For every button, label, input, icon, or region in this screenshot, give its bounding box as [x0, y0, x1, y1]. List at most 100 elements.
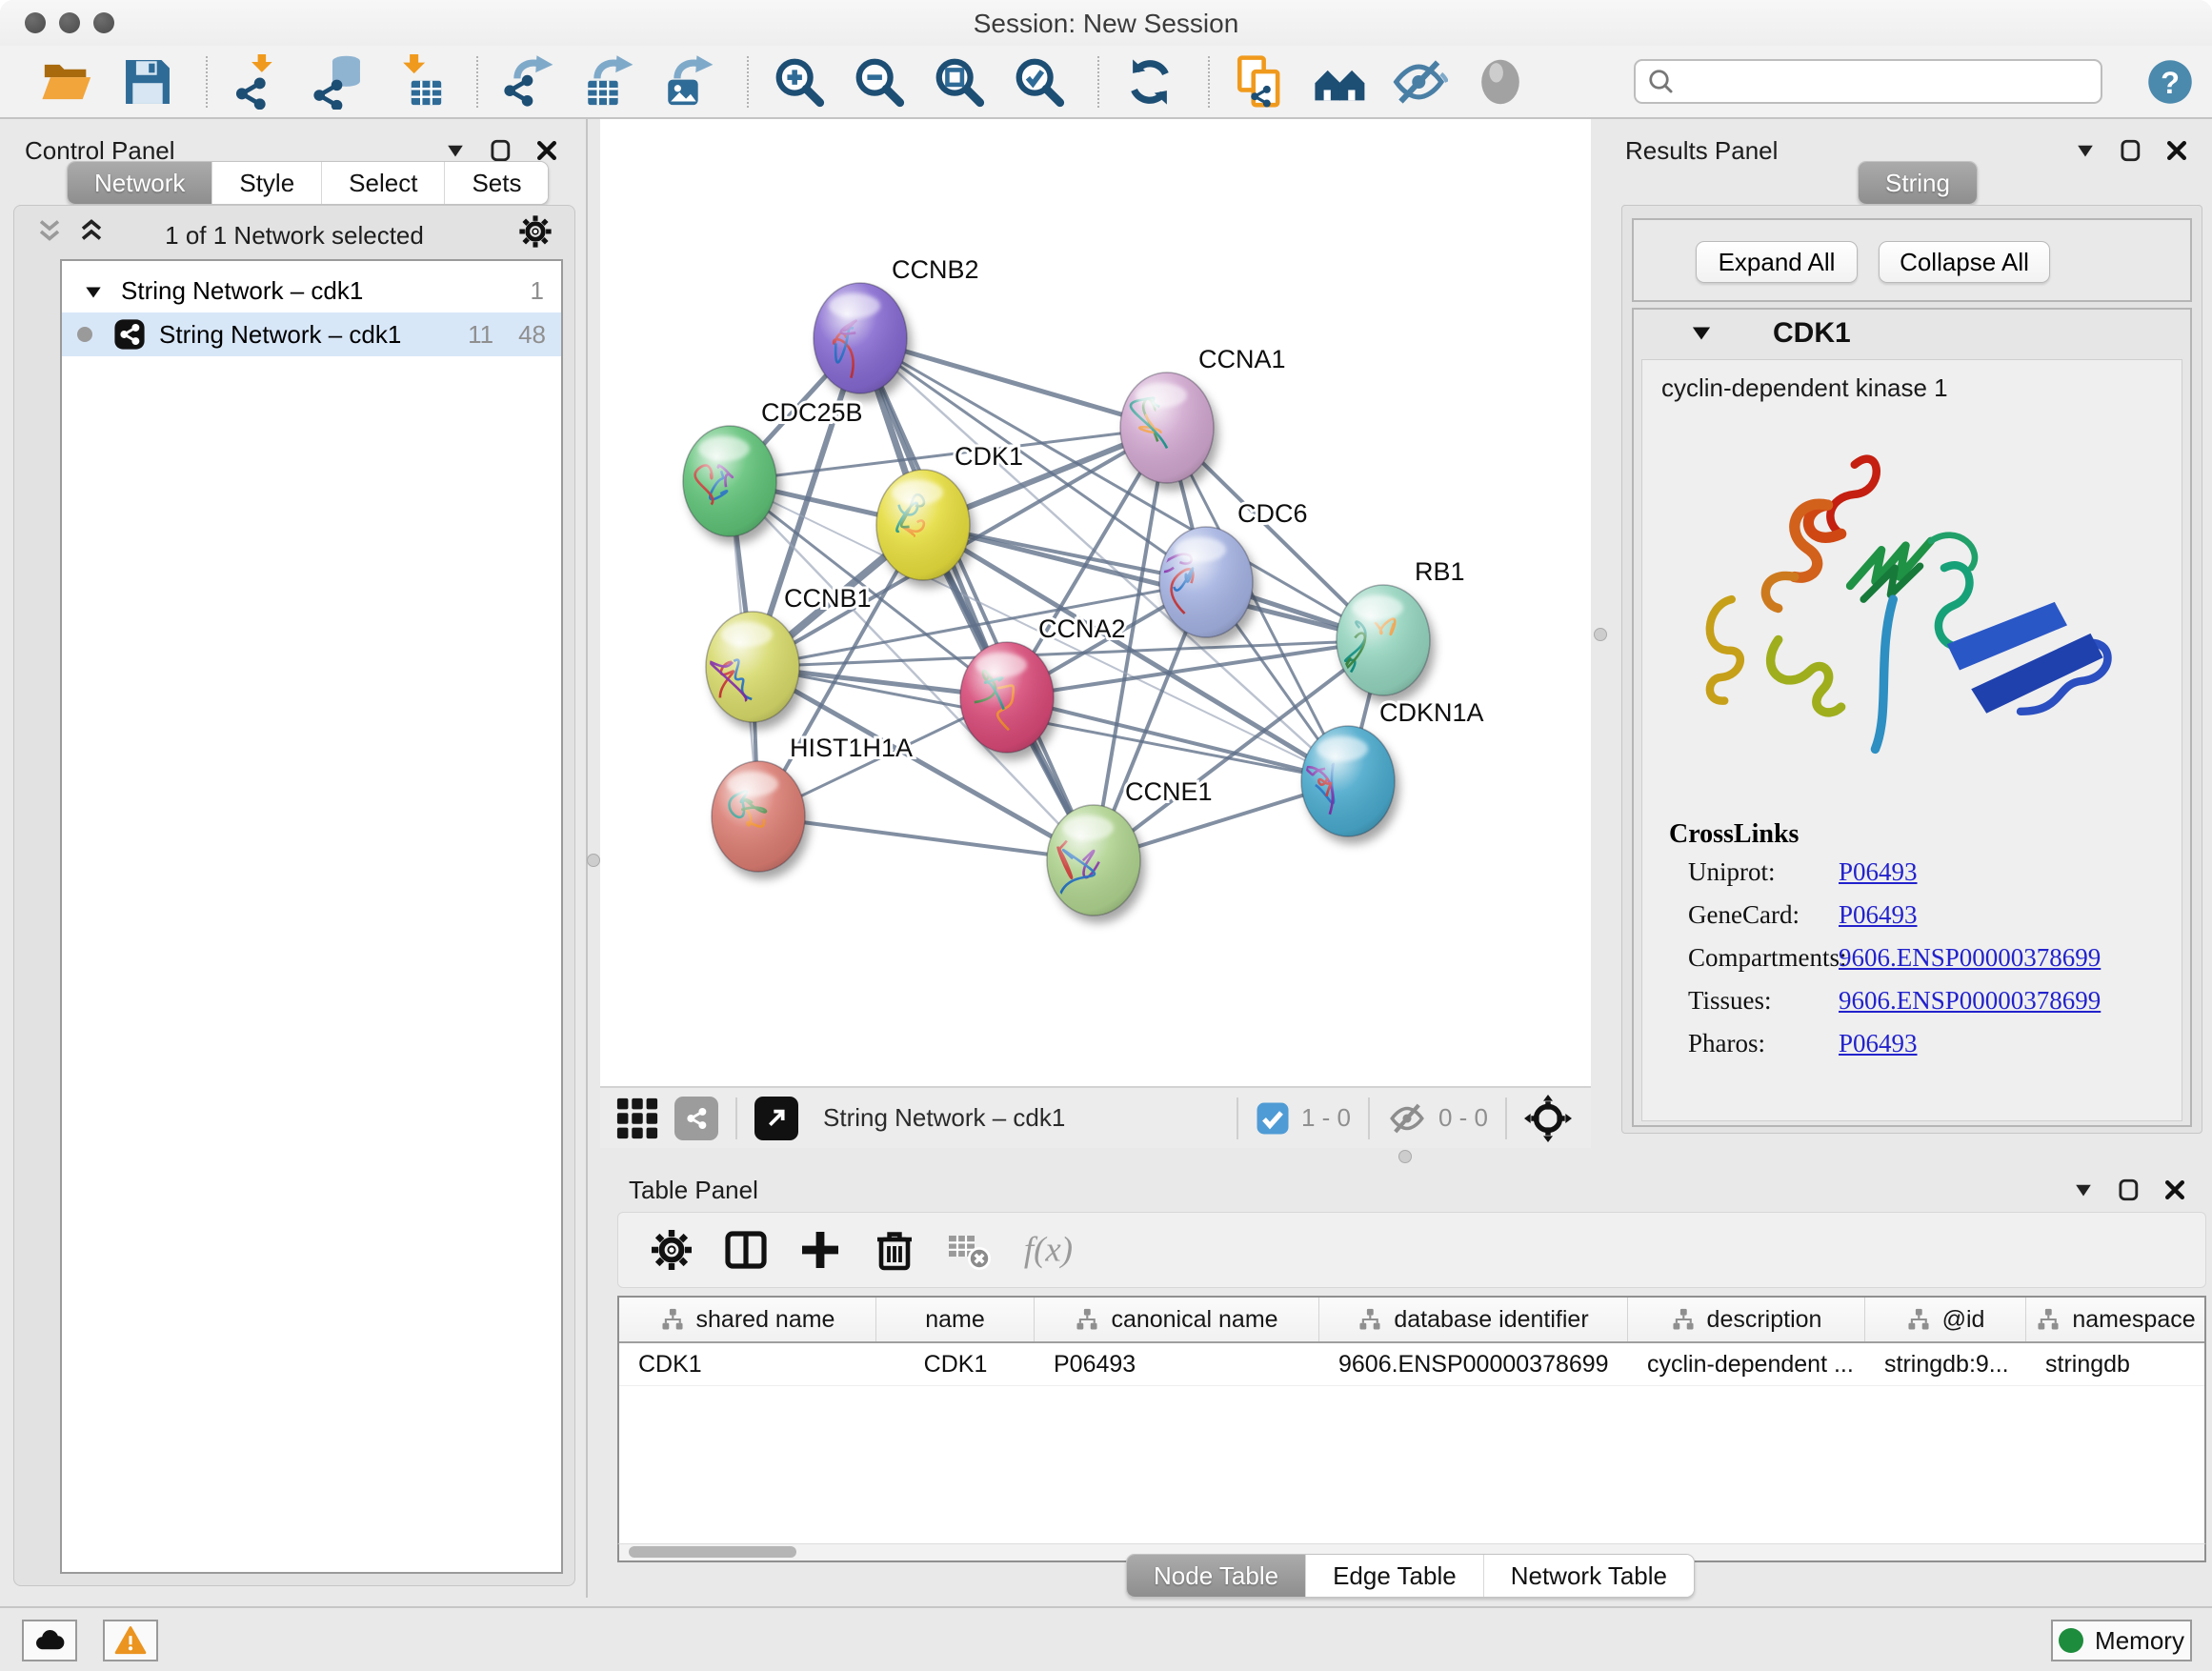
float-panel-icon[interactable]	[489, 138, 513, 163]
close-panel-icon[interactable]	[2162, 1178, 2187, 1202]
zoom-in-icon[interactable]	[772, 54, 827, 110]
crosslink-link[interactable]: P06493	[1839, 1029, 1918, 1072]
toolbar-separator	[476, 56, 478, 108]
column-header-database-identifier[interactable]: database identifier	[1319, 1298, 1628, 1341]
selected-checkbox-icon[interactable]	[1256, 1101, 1290, 1136]
birdseye-grid-icon[interactable]	[615, 1097, 659, 1140]
table-cell[interactable]: CDK1	[876, 1343, 1035, 1385]
table-row[interactable]: CDK1CDK1P064939606.ENSP00000378699cyclin…	[619, 1343, 2204, 1386]
import-network-file-icon[interactable]	[231, 54, 286, 110]
node-table[interactable]: shared namenamecanonical namedatabase id…	[617, 1296, 2206, 1545]
selected-counts: 1 - 0	[1301, 1103, 1351, 1133]
crosslink-row: Uniprot: P06493	[1688, 857, 2164, 900]
entry-collapse-icon[interactable]	[1689, 321, 1714, 346]
close-panel-icon[interactable]	[534, 138, 559, 163]
table-cell[interactable]: CDK1	[619, 1343, 876, 1385]
table-cell[interactable]: stringdb	[2026, 1343, 2206, 1385]
network-options-gear-icon[interactable]	[517, 213, 553, 250]
settings-gear-icon[interactable]	[649, 1227, 694, 1273]
network-row-selected[interactable]: String Network – cdk1 11 48	[62, 312, 561, 356]
results-panel: Results Panel String Expand All Collapse…	[1610, 119, 2212, 1148]
table-cell[interactable]: P06493	[1035, 1343, 1319, 1385]
protein-structure-image	[1661, 415, 2164, 801]
crosslink-link[interactable]: 9606.ENSP00000378699	[1839, 943, 2101, 986]
column-header-shared-name[interactable]: shared name	[619, 1298, 876, 1341]
scrollbar-thumb[interactable]	[629, 1546, 796, 1558]
panel-menu-icon[interactable]	[443, 138, 468, 163]
collapse-all-button[interactable]: Collapse All	[1879, 241, 2050, 283]
home-networks-icon[interactable]	[1313, 54, 1368, 110]
tab-string[interactable]: String	[1859, 162, 1977, 204]
delete-column-icon[interactable]	[872, 1227, 917, 1273]
warning-button[interactable]	[103, 1620, 158, 1661]
float-panel-icon[interactable]	[2119, 138, 2143, 163]
app-window: Session: New Session ? Control Panel Net…	[0, 0, 2212, 1671]
hide-selected-icon[interactable]	[1393, 54, 1448, 110]
tab-style[interactable]: Style	[211, 162, 321, 204]
collection-count: 1	[531, 276, 544, 306]
cloud-button[interactable]	[22, 1620, 77, 1661]
panel-menu-icon[interactable]	[2071, 1178, 2096, 1202]
main-toolbar: ?	[0, 46, 2212, 119]
crosslink-link[interactable]: P06493	[1839, 900, 1918, 943]
table-cell[interactable]: stringdb:9...	[1865, 1343, 2026, 1385]
network-canvas[interactable]: CCNB2CCNA1CDC25BCDK1CDC6RB1CCNB1CCNA2CDK…	[600, 119, 1591, 1086]
expand-all-button[interactable]: Expand All	[1696, 241, 1858, 283]
network-thumbnail-icon[interactable]	[674, 1097, 718, 1140]
tab-node-table[interactable]: Node Table	[1127, 1555, 1305, 1597]
splitter-grip[interactable]	[1594, 628, 1607, 641]
split-columns-icon[interactable]	[723, 1227, 769, 1273]
help-icon[interactable]: ?	[2145, 57, 2195, 107]
hidden-eye-slash-icon[interactable]	[1387, 1098, 1427, 1138]
column-type-icon	[1671, 1307, 1696, 1332]
export-image-icon[interactable]	[661, 54, 716, 110]
column-header-name[interactable]: name	[876, 1298, 1035, 1341]
collection-expand-icon[interactable]	[83, 280, 104, 301]
tab-sets[interactable]: Sets	[444, 162, 548, 204]
export-table-icon[interactable]	[581, 54, 636, 110]
memory-button[interactable]: Memory	[2051, 1620, 2192, 1661]
protein-entry-header[interactable]: CDK1	[1634, 310, 2190, 357]
table-cell[interactable]: cyclin-dependent ...	[1628, 1343, 1865, 1385]
import-table-icon[interactable]	[391, 54, 446, 110]
clone-network-icon[interactable]	[1233, 54, 1288, 110]
save-session-icon[interactable]	[120, 54, 175, 110]
fit-selected-crosshair-icon[interactable]	[1524, 1095, 1572, 1142]
column-type-icon	[660, 1307, 685, 1332]
show-all-disabled-icon[interactable]	[1473, 54, 1528, 110]
splitter-grip[interactable]	[587, 854, 600, 867]
crosslink-link[interactable]: 9606.ENSP00000378699	[1839, 986, 2101, 1029]
zoom-out-icon[interactable]	[852, 54, 907, 110]
crosslink-row: Compartments: 9606.ENSP00000378699	[1688, 943, 2164, 986]
zoom-fit-icon[interactable]	[932, 54, 987, 110]
search-input[interactable]	[1634, 59, 2102, 104]
open-session-icon[interactable]	[40, 54, 95, 110]
tab-network-table[interactable]: Network Table	[1483, 1555, 1694, 1597]
table-cell[interactable]: 9606.ENSP00000378699	[1319, 1343, 1628, 1385]
zoom-selected-icon[interactable]	[1012, 54, 1067, 110]
export-network-icon[interactable]	[501, 54, 556, 110]
open-in-window-icon[interactable]	[754, 1097, 798, 1140]
import-network-database-icon[interactable]	[311, 54, 366, 110]
apply-layout-icon[interactable]	[1122, 54, 1177, 110]
tab-select[interactable]: Select	[321, 162, 444, 204]
splitter-grip[interactable]	[1398, 1150, 1412, 1163]
column-header--id[interactable]: @id	[1865, 1298, 2026, 1341]
column-header-description[interactable]: description	[1628, 1298, 1865, 1341]
float-panel-icon[interactable]	[2117, 1178, 2142, 1202]
control-panel: Control Panel NetworkStyleSelectSets 1 o…	[0, 119, 588, 1598]
network-collection-row[interactable]: String Network – cdk1 1	[62, 269, 561, 312]
add-column-icon[interactable]	[797, 1227, 843, 1273]
column-header-namespace[interactable]: namespace	[2026, 1298, 2206, 1341]
close-panel-icon[interactable]	[2164, 138, 2189, 163]
panel-menu-icon[interactable]	[2073, 138, 2098, 163]
tab-edge-table[interactable]: Edge Table	[1305, 1555, 1483, 1597]
network-edge-count: 48	[518, 320, 546, 350]
collection-label: String Network – cdk1	[121, 276, 363, 306]
crosslink-link[interactable]: P06493	[1839, 857, 1918, 900]
svg-text:RB1: RB1	[1415, 557, 1465, 586]
column-header-canonical-name[interactable]: canonical name	[1035, 1298, 1319, 1341]
search-container	[1634, 59, 2102, 104]
tab-network[interactable]: Network	[68, 162, 211, 204]
svg-text:CDKN1A: CDKN1A	[1379, 698, 1484, 727]
